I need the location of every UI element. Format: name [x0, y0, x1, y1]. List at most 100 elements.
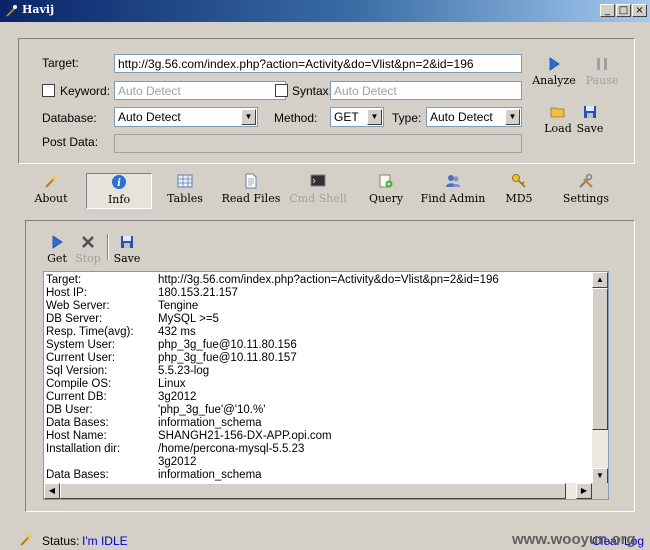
info-row-key: System User:	[46, 339, 116, 351]
keyword-checkbox[interactable]	[42, 84, 55, 97]
file-icon	[245, 173, 257, 189]
app-icon	[5, 5, 17, 17]
info-row-key: DB User:	[46, 404, 93, 416]
info-output[interactable]: Target: http://3g.56.com/index.php?action…	[43, 271, 609, 500]
info-row-value: php_3g_fue@10.11.80.156	[158, 339, 297, 351]
info-row-value: 5.5.23-log	[158, 365, 210, 377]
tab-settings[interactable]: Settings	[559, 173, 613, 209]
close-icon: ×	[635, 5, 644, 16]
info-rows: Target: http://3g.56.com/index.php?action…	[46, 274, 594, 482]
query-icon	[379, 174, 393, 188]
chevron-down-icon[interactable]: ▼	[241, 109, 256, 125]
tab-cmd-shell-label: Cmd Shell	[289, 192, 347, 205]
target-input[interactable]: http://3g.56.com/index.php?action=Activi…	[114, 54, 522, 73]
tab-query[interactable]: Query	[367, 173, 405, 209]
save-label: Save	[576, 122, 604, 135]
tab-md5-label: MD5	[505, 192, 533, 205]
info-row: Resp. Time(avg): 432 ms	[46, 326, 594, 339]
info-row-value: information_schema	[158, 469, 262, 481]
load-button[interactable]: Load	[543, 104, 573, 135]
scroll-down-icon[interactable]: ▼	[592, 468, 608, 484]
tab-find-admin[interactable]: Find Admin	[420, 173, 486, 209]
info-row-key: Data Bases:	[46, 469, 109, 481]
title-bar: Havij _ □ ×	[0, 0, 650, 22]
target-label: Target:	[42, 56, 79, 70]
close-button[interactable]: ×	[632, 4, 647, 17]
scroll-up-icon[interactable]: ▲	[592, 272, 608, 288]
chevron-down-icon[interactable]: ▼	[505, 109, 520, 125]
tab-cmd-shell[interactable]: Cmd Shell	[288, 173, 348, 209]
save-icon	[121, 236, 133, 248]
info-row-key: DB Server:	[46, 313, 103, 325]
tab-info[interactable]: i Info	[86, 173, 152, 209]
info-row: System User: php_3g_fue@10.11.80.156	[46, 339, 594, 352]
info-row-key: Resp. Time(avg):	[46, 326, 134, 338]
play-icon	[549, 57, 560, 71]
info-row-key: Current DB:	[46, 391, 107, 403]
tab-md5[interactable]: MD5	[504, 173, 534, 209]
tab-about[interactable]: About	[33, 173, 69, 209]
info-row-value: SHANGH21-156-DX-APP.opi.com	[158, 430, 332, 442]
info-row-value: 180.153.21.157	[158, 287, 238, 299]
postdata-input[interactable]	[114, 134, 522, 153]
horizontal-scroll-thumb[interactable]	[60, 483, 566, 499]
info-row-value: 432 ms	[158, 326, 196, 338]
scroll-left-icon[interactable]: ◀	[44, 483, 60, 499]
info-row: Sql Version: 5.5.23-log	[46, 365, 594, 378]
key-icon	[512, 174, 526, 188]
info-save-label: Save	[113, 252, 141, 265]
horizontal-scrollbar[interactable]: ◀ ▶	[44, 483, 592, 499]
table-icon	[177, 174, 193, 188]
maximize-icon: □	[618, 5, 629, 16]
vertical-scroll-thumb[interactable]	[592, 288, 608, 430]
stop-button[interactable]: Stop	[73, 234, 103, 265]
wand-icon	[20, 532, 33, 546]
folder-icon	[550, 107, 565, 118]
method-select[interactable]: GET ▼	[330, 107, 384, 127]
info-row: Current User: php_3g_fue@10.11.80.157	[46, 352, 594, 365]
toolbar-divider	[107, 234, 109, 260]
info-row-key: Current User:	[46, 352, 116, 364]
maximize-button[interactable]: □	[616, 4, 631, 17]
info-row: Installation dir: /home/percona-mysql-5.5…	[46, 443, 594, 456]
wand-icon	[45, 174, 58, 188]
syntax-checkbox[interactable]	[275, 84, 288, 97]
pause-icon	[597, 58, 607, 70]
status-value: I'm IDLE	[82, 534, 128, 548]
postdata-label: Post Data:	[42, 135, 99, 149]
info-row-key: Host Name:	[46, 430, 107, 442]
svg-text:i: i	[117, 178, 121, 189]
syntax-input[interactable]: Auto Detect	[330, 81, 522, 100]
info-row-value: 3g2012	[158, 456, 197, 468]
tab-read-files-label: Read Files	[221, 192, 281, 205]
tab-settings-label: Settings	[562, 192, 610, 205]
tab-read-files[interactable]: Read Files	[218, 173, 284, 209]
database-select[interactable]: Auto Detect ▼	[114, 107, 258, 127]
play-icon	[52, 235, 63, 249]
pause-button[interactable]: Pause	[584, 56, 620, 87]
type-select[interactable]: Auto Detect ▼	[426, 107, 522, 127]
keyword-input[interactable]: Auto Detect	[114, 81, 286, 100]
info-row: DB User: 'php_3g_fue'@'10.%'	[46, 404, 594, 417]
scroll-right-icon[interactable]: ▶	[576, 483, 592, 499]
info-row-value: 'php_3g_fue'@'10.%'	[158, 404, 266, 416]
info-save-button[interactable]: Save	[112, 234, 142, 265]
info-row-key: Host IP:	[46, 287, 87, 299]
save-button[interactable]: Save	[575, 104, 605, 135]
stop-icon	[82, 236, 94, 248]
tab-tables[interactable]: Tables	[163, 173, 207, 209]
get-button[interactable]: Get	[44, 234, 70, 265]
analyze-button[interactable]: Analyze	[531, 56, 577, 87]
type-value: Auto Detect	[430, 110, 493, 124]
info-row: DB Server: MySQL >=5	[46, 313, 594, 326]
method-value: GET	[334, 110, 359, 124]
tab-tables-label: Tables	[167, 192, 203, 205]
minimize-button[interactable]: _	[600, 4, 615, 17]
vertical-scrollbar[interactable]: ▲ ▼	[592, 272, 608, 484]
analyze-label: Analyze	[532, 74, 576, 87]
chevron-down-icon[interactable]: ▼	[367, 109, 382, 125]
info-row: Web Server: Tengine	[46, 300, 594, 313]
get-label: Get	[47, 252, 67, 265]
tab-about-label: About	[34, 192, 68, 205]
database-label: Database:	[42, 111, 97, 125]
